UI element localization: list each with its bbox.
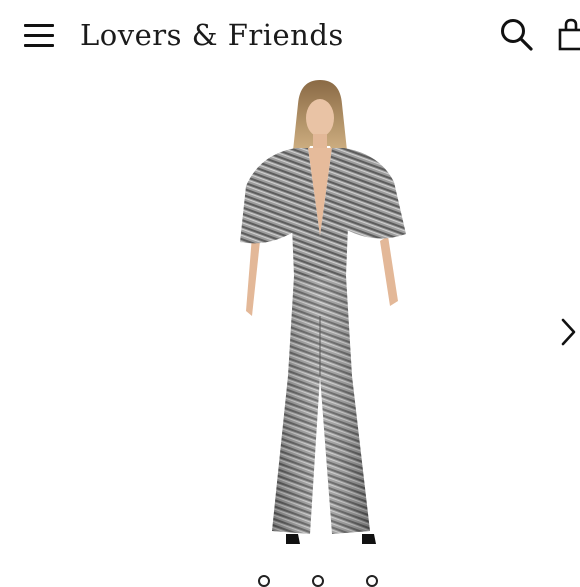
hamburger-menu-icon[interactable] — [22, 22, 56, 50]
shopping-bag-icon[interactable] — [556, 16, 580, 54]
search-icon[interactable] — [498, 16, 536, 54]
chevron-right-icon[interactable] — [558, 316, 580, 348]
brand-logo[interactable]: Lovers & Friends — [80, 14, 344, 56]
site-header: Lovers & Friends — [0, 0, 580, 70]
carousel-dot[interactable] — [312, 575, 324, 587]
carousel-pagination — [0, 570, 580, 587]
carousel-dot[interactable] — [366, 575, 378, 587]
product-image[interactable] — [200, 76, 440, 556]
carousel-dot[interactable] — [258, 575, 270, 587]
